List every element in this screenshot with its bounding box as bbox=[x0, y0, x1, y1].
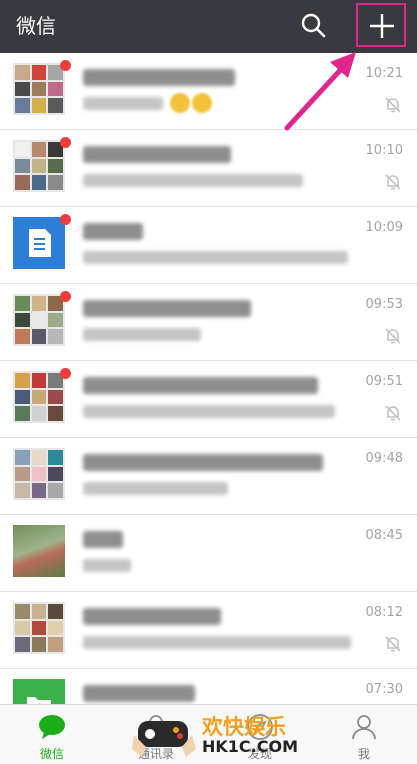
chat-name-blurred bbox=[83, 454, 323, 471]
tab-label: 微信 bbox=[39, 747, 64, 761]
app-title: 微信 bbox=[16, 14, 56, 38]
unread-dot bbox=[60, 60, 71, 71]
chat-preview-blurred bbox=[83, 636, 351, 649]
chat-preview-blurred bbox=[83, 97, 163, 110]
emoji-blurred bbox=[170, 93, 190, 113]
chat-row[interactable]: 07:30 bbox=[0, 669, 417, 704]
unread-dot bbox=[60, 291, 71, 302]
tab-chats[interactable]: 微信 bbox=[0, 705, 104, 764]
subscriptions-avatar bbox=[13, 217, 65, 269]
mute-bell-icon bbox=[385, 174, 401, 190]
chat-row[interactable]: 09:53 bbox=[0, 284, 417, 361]
search-icon bbox=[301, 13, 326, 38]
file-transfer-icon bbox=[27, 697, 51, 704]
plus-icon bbox=[370, 14, 394, 38]
chat-time: 08:45 bbox=[365, 528, 403, 543]
subscriptions-icon bbox=[29, 229, 51, 257]
chat-time: 07:30 bbox=[365, 682, 403, 697]
chat-time: 09:53 bbox=[365, 297, 403, 312]
gamepad-logo-icon bbox=[132, 721, 196, 757]
chat-name-blurred bbox=[83, 69, 235, 86]
chat-preview-blurred bbox=[83, 405, 335, 418]
chat-time: 10:10 bbox=[365, 143, 403, 158]
chat-time: 08:12 bbox=[365, 605, 403, 620]
chat-row[interactable]: 08:12 bbox=[0, 592, 417, 669]
chat-preview-blurred bbox=[83, 482, 228, 495]
group-avatar bbox=[13, 63, 65, 115]
group-avatar bbox=[13, 294, 65, 346]
chat-row[interactable]: 09:48 bbox=[0, 438, 417, 515]
mute-bell-icon bbox=[385, 97, 401, 113]
chat-name-blurred bbox=[83, 685, 195, 702]
tab-me[interactable]: 我 bbox=[312, 705, 416, 764]
chat-row[interactable]: 10:10 bbox=[0, 130, 417, 207]
person-icon bbox=[352, 715, 376, 740]
watermark-logo: 欢快娱乐 HK1C.COM bbox=[132, 705, 302, 763]
chat-time: 10:09 bbox=[365, 220, 403, 235]
chat-name-blurred bbox=[83, 531, 123, 548]
unread-dot bbox=[60, 368, 71, 379]
chat-row[interactable]: 09:51 bbox=[0, 361, 417, 438]
chat-name-blurred bbox=[83, 223, 143, 240]
search-button[interactable] bbox=[298, 10, 328, 40]
chat-preview-blurred bbox=[83, 559, 131, 572]
chat-name-blurred bbox=[83, 146, 231, 163]
chat-time: 10:21 bbox=[365, 66, 403, 81]
unread-dot bbox=[60, 137, 71, 148]
group-avatar bbox=[13, 602, 65, 654]
chat-name-blurred bbox=[83, 300, 251, 317]
watermark-site: HK1C.COM bbox=[202, 737, 299, 756]
group-avatar bbox=[13, 371, 65, 423]
chat-preview-blurred bbox=[83, 174, 303, 187]
chat-row[interactable]: 10:21 bbox=[0, 53, 417, 130]
chat-row[interactable]: 08:45 bbox=[0, 515, 417, 592]
photo-avatar bbox=[13, 525, 65, 577]
chat-list: 10:21 10:10 10:09 09:53 09:51 09:48 08:4… bbox=[0, 53, 417, 704]
chat-preview-blurred bbox=[83, 251, 348, 264]
group-avatar bbox=[13, 140, 65, 192]
top-bar: 微信 bbox=[0, 0, 417, 53]
add-button[interactable] bbox=[356, 3, 406, 47]
chat-bubble-icon bbox=[39, 715, 65, 739]
mute-bell-icon bbox=[385, 328, 401, 344]
chat-preview-blurred bbox=[83, 328, 201, 341]
tab-label: 我 bbox=[357, 747, 370, 761]
file-transfer-avatar bbox=[13, 679, 65, 704]
mute-bell-icon bbox=[385, 405, 401, 421]
chat-row[interactable]: 10:09 bbox=[0, 207, 417, 284]
group-avatar bbox=[13, 448, 65, 500]
unread-dot bbox=[60, 214, 71, 225]
chat-name-blurred bbox=[83, 377, 318, 394]
wechat-app: 微信 10:21 10:10 10:09 09:53 09:51 09:48 0… bbox=[0, 0, 417, 764]
chat-name-blurred bbox=[83, 608, 221, 625]
mute-bell-icon bbox=[385, 636, 401, 652]
chat-time: 09:51 bbox=[365, 374, 403, 389]
chat-time: 09:48 bbox=[365, 451, 403, 466]
emoji-blurred bbox=[192, 93, 212, 113]
